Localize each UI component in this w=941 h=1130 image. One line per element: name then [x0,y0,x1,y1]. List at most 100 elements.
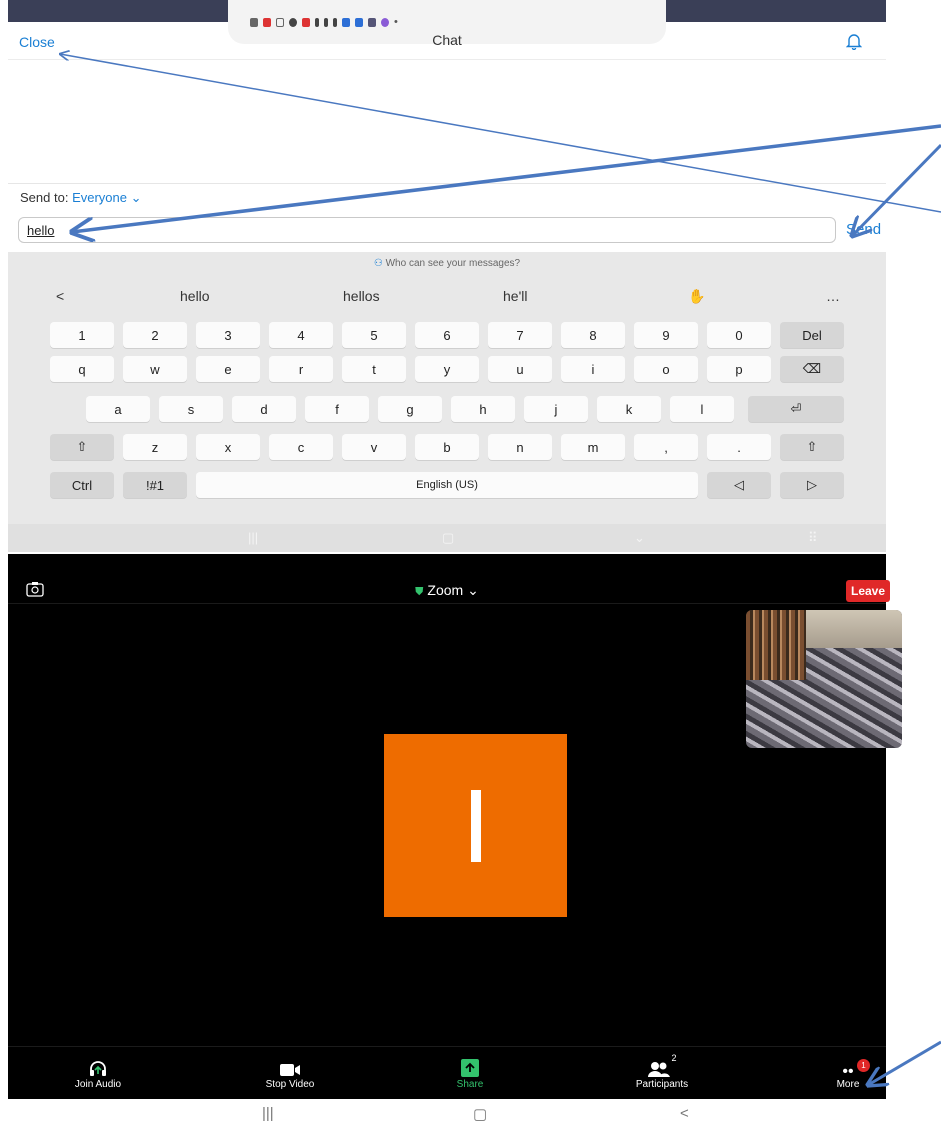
key-b[interactable]: b [415,434,479,460]
send-button[interactable]: Send [846,221,881,238]
more-button[interactable]: •• 1 More [788,1047,908,1100]
enter-key[interactable]: ⏎ [748,396,844,422]
key-y[interactable]: y [415,356,479,382]
shift-icon: ⇧ [806,439,818,454]
key-label: o [662,361,670,377]
key-r[interactable]: r [269,356,333,382]
bell-icon[interactable] [846,32,862,50]
key-0[interactable]: 0 [707,322,771,348]
key-label: n [516,439,524,455]
key-a[interactable]: a [86,396,150,422]
message-input[interactable]: hello [18,217,836,243]
keyboard-icon[interactable]: ⠿ [808,530,818,546]
recents-icon[interactable]: ||| [262,1105,274,1122]
more-badge: 1 [857,1059,870,1072]
shift-key-right[interactable]: ⇧ [780,434,844,460]
key-8[interactable]: 8 [561,322,625,348]
key-t[interactable]: t [342,356,406,382]
join-audio-label: Join Audio [74,1079,122,1090]
key-e[interactable]: e [196,356,260,382]
key-7[interactable]: 7 [488,322,552,348]
video-icon [280,1064,300,1076]
key-4[interactable]: 4 [269,322,333,348]
key-f[interactable]: f [305,396,369,422]
key-d[interactable]: d [232,396,296,422]
key-2[interactable]: 2 [123,322,187,348]
key-label: e [224,361,232,377]
collapse-button[interactable]: < [56,288,64,304]
cursor-right-key[interactable]: ▷ [780,472,844,498]
key-label: . [737,439,741,455]
send-to-label: Send to: [20,190,69,205]
privacy-note[interactable]: ⚇ Who can see your messages? [8,258,886,269]
back-icon[interactable]: < [680,1105,689,1122]
symbols-key[interactable]: !#1 [123,472,187,498]
triangle-right-icon: ▷ [807,477,817,492]
key-label: 7 [516,327,524,343]
key-label: English (US) [416,479,478,491]
wave-emoji-icon[interactable]: ✋ [688,288,705,305]
key-l[interactable]: l [670,396,734,422]
meeting-toolbar: Join Audio Stop Video Share 2 Participan… [8,1046,886,1099]
suggestion-1[interactable]: hello [180,288,210,304]
key-label: q [78,361,86,377]
key-s[interactable]: s [159,396,223,422]
key-x[interactable]: x [196,434,260,460]
suggestion-2[interactable]: hellos [343,288,380,304]
key-m[interactable]: m [561,434,625,460]
backspace-key[interactable]: ⌫ [780,356,844,382]
stop-video-label: Stop Video [265,1079,315,1090]
key-i[interactable]: i [561,356,625,382]
chevron-down-icon: ⌄ [126,190,142,205]
key-g[interactable]: g [378,396,442,422]
keyboard-nav-bar: ||| ▢ ⌄ ⠿ [8,524,886,552]
more-suggestions-button[interactable]: … [826,288,840,304]
home-icon[interactable]: ▢ [442,530,454,546]
key-n[interactable]: n [488,434,552,460]
recipient-dropdown[interactable]: Everyone ⌄ [72,190,141,205]
key-u[interactable]: u [488,356,552,382]
key-v[interactable]: v [342,434,406,460]
key-o[interactable]: o [634,356,698,382]
share-button[interactable]: Share [410,1047,530,1100]
key-j[interactable]: j [524,396,588,422]
key-w[interactable]: w [123,356,187,382]
key-label: l [700,401,704,417]
key-3[interactable]: 3 [196,322,260,348]
shift-icon: ⇧ [76,439,88,454]
home-icon[interactable]: ▢ [473,1105,487,1123]
key-label: 9 [662,327,670,343]
key-z[interactable]: z [123,434,187,460]
space-key[interactable]: English (US) [196,472,698,498]
key-6[interactable]: 6 [415,322,479,348]
cursor-left-key[interactable]: ◁ [707,472,771,498]
key-period[interactable]: . [707,434,771,460]
suggestion-3[interactable]: he'll [503,288,527,304]
key-9[interactable]: 9 [634,322,698,348]
key-label: b [443,439,451,455]
key-label: a [114,401,122,417]
key-c[interactable]: c [269,434,333,460]
key-comma[interactable]: , [634,434,698,460]
meeting-title[interactable]: ⛊ Zoom ⌄ [8,582,886,599]
stop-video-button[interactable]: Stop Video [230,1047,350,1100]
key-label: v [370,439,378,455]
recents-icon[interactable]: ||| [248,530,258,545]
ctrl-key[interactable]: Ctrl [50,472,114,498]
join-audio-button[interactable]: Join Audio [38,1047,158,1100]
key-h[interactable]: h [451,396,515,422]
delete-key[interactable]: Del [780,322,844,348]
chat-title: Chat [432,32,462,48]
participants-button[interactable]: 2 Participants [602,1047,722,1100]
key-p[interactable]: p [707,356,771,382]
leave-button[interactable]: Leave [846,580,890,602]
key-label: k [625,401,633,417]
key-q[interactable]: q [50,356,114,382]
key-k[interactable]: k [597,396,661,422]
chevron-down-icon[interactable]: ⌄ [634,530,645,546]
self-video-thumbnail[interactable] [746,610,902,748]
key-1[interactable]: 1 [50,322,114,348]
shift-key[interactable]: ⇧ [50,434,114,460]
key-label: 1 [78,327,86,343]
key-5[interactable]: 5 [342,322,406,348]
